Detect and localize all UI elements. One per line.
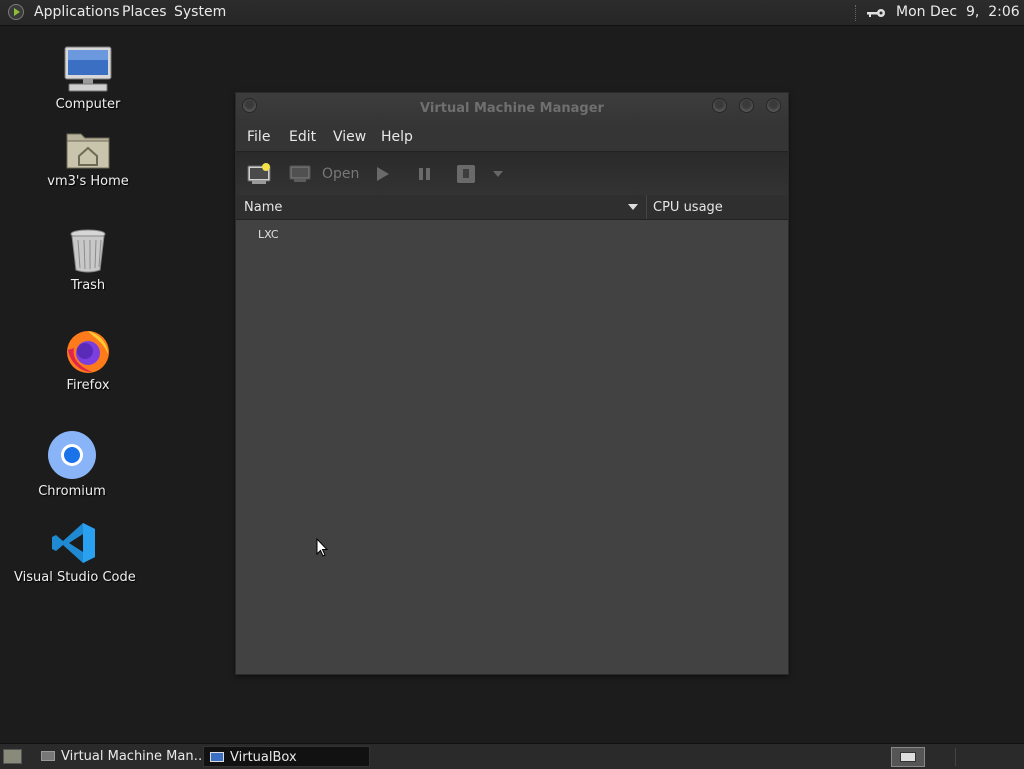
desktop-icon-home[interactable]: vm3's Home bbox=[43, 128, 133, 189]
pause-icon[interactable] bbox=[418, 167, 432, 181]
network-key-icon[interactable] bbox=[866, 7, 886, 19]
open-button[interactable]: Open bbox=[322, 166, 359, 182]
home-folder-icon bbox=[66, 133, 110, 169]
desktop-icon-label: Firefox bbox=[66, 378, 110, 393]
distro-logo-icon[interactable] bbox=[8, 4, 24, 20]
toolbar: Open bbox=[236, 151, 788, 196]
menubar: File Edit View Help bbox=[236, 125, 788, 151]
shutdown-dropdown-icon[interactable] bbox=[493, 171, 503, 177]
vmm-window-icon bbox=[41, 751, 55, 761]
vm-list[interactable]: LXC bbox=[236, 220, 788, 674]
panel-separator bbox=[855, 5, 858, 21]
places-menu[interactable]: Places bbox=[122, 0, 167, 25]
mouse-cursor-icon bbox=[316, 538, 328, 557]
firefox-icon bbox=[67, 331, 109, 373]
applications-menu[interactable]: Applications bbox=[34, 0, 120, 25]
vmm-window: Virtual Machine Manager File Edit View H… bbox=[236, 93, 788, 674]
new-vm-icon[interactable] bbox=[247, 163, 271, 185]
maximize-button[interactable] bbox=[739, 98, 754, 113]
trash-icon bbox=[70, 229, 106, 273]
desktop-icon-label: Visual Studio Code bbox=[14, 570, 136, 585]
virtualbox-window-icon bbox=[210, 752, 224, 762]
list-item-connection[interactable]: LXC bbox=[258, 228, 279, 241]
taskbar-item-label: Virtual Machine Man… bbox=[61, 749, 201, 764]
computer-icon bbox=[64, 46, 112, 92]
column-name[interactable]: Name bbox=[244, 200, 282, 215]
panel-clock[interactable]: Mon Dec 9, 2:06 PM bbox=[896, 0, 1024, 25]
column-header: Name CPU usage bbox=[236, 195, 788, 220]
top-panel: Applications Places System Mon Dec 9, 2:… bbox=[0, 0, 1024, 26]
column-cpu-usage[interactable]: CPU usage bbox=[653, 200, 723, 215]
menu-file[interactable]: File bbox=[247, 129, 270, 145]
minimize-button[interactable] bbox=[712, 98, 727, 113]
run-icon[interactable] bbox=[376, 167, 390, 181]
vscode-icon bbox=[52, 523, 95, 563]
menu-help[interactable]: Help bbox=[381, 129, 413, 145]
chromium-icon bbox=[48, 431, 96, 479]
taskbar: Virtual Machine Man… VirtualBox bbox=[0, 743, 1024, 769]
desktop-icon-label: Trash bbox=[70, 278, 106, 293]
workspace-separator bbox=[955, 748, 956, 766]
workspace-switcher[interactable] bbox=[891, 747, 925, 767]
close-button[interactable] bbox=[766, 98, 781, 113]
desktop-icon-label: vm3's Home bbox=[47, 174, 129, 189]
column-separator bbox=[646, 195, 647, 219]
menu-view[interactable]: View bbox=[333, 129, 366, 145]
menu-edit[interactable]: Edit bbox=[289, 129, 316, 145]
desktop-icon-trash[interactable]: Trash bbox=[48, 228, 128, 293]
shutdown-icon[interactable] bbox=[456, 164, 476, 184]
system-menu[interactable]: System bbox=[174, 0, 226, 25]
sort-arrow-icon[interactable] bbox=[628, 204, 638, 210]
desktop-icon-computer[interactable]: Computer bbox=[48, 45, 128, 112]
desktop-icon-label: Chromium bbox=[38, 484, 106, 499]
desktop-icon-chromium[interactable]: Chromium bbox=[32, 430, 112, 499]
show-desktop-icon[interactable] bbox=[3, 749, 22, 764]
taskbar-item-virtualbox[interactable]: VirtualBox bbox=[203, 746, 370, 767]
desktop-icon-firefox[interactable]: Firefox bbox=[48, 326, 128, 393]
window-titlebar[interactable]: Virtual Machine Manager bbox=[236, 93, 788, 125]
taskbar-item-vmm[interactable]: Virtual Machine Man… bbox=[35, 746, 201, 767]
open-console-icon[interactable] bbox=[289, 165, 311, 183]
desktop-icon-label: Computer bbox=[55, 97, 121, 112]
window-title: Virtual Machine Manager bbox=[420, 101, 604, 116]
desktop-icon-vscode[interactable]: Visual Studio Code bbox=[14, 520, 136, 585]
taskbar-item-label: VirtualBox bbox=[230, 750, 297, 765]
